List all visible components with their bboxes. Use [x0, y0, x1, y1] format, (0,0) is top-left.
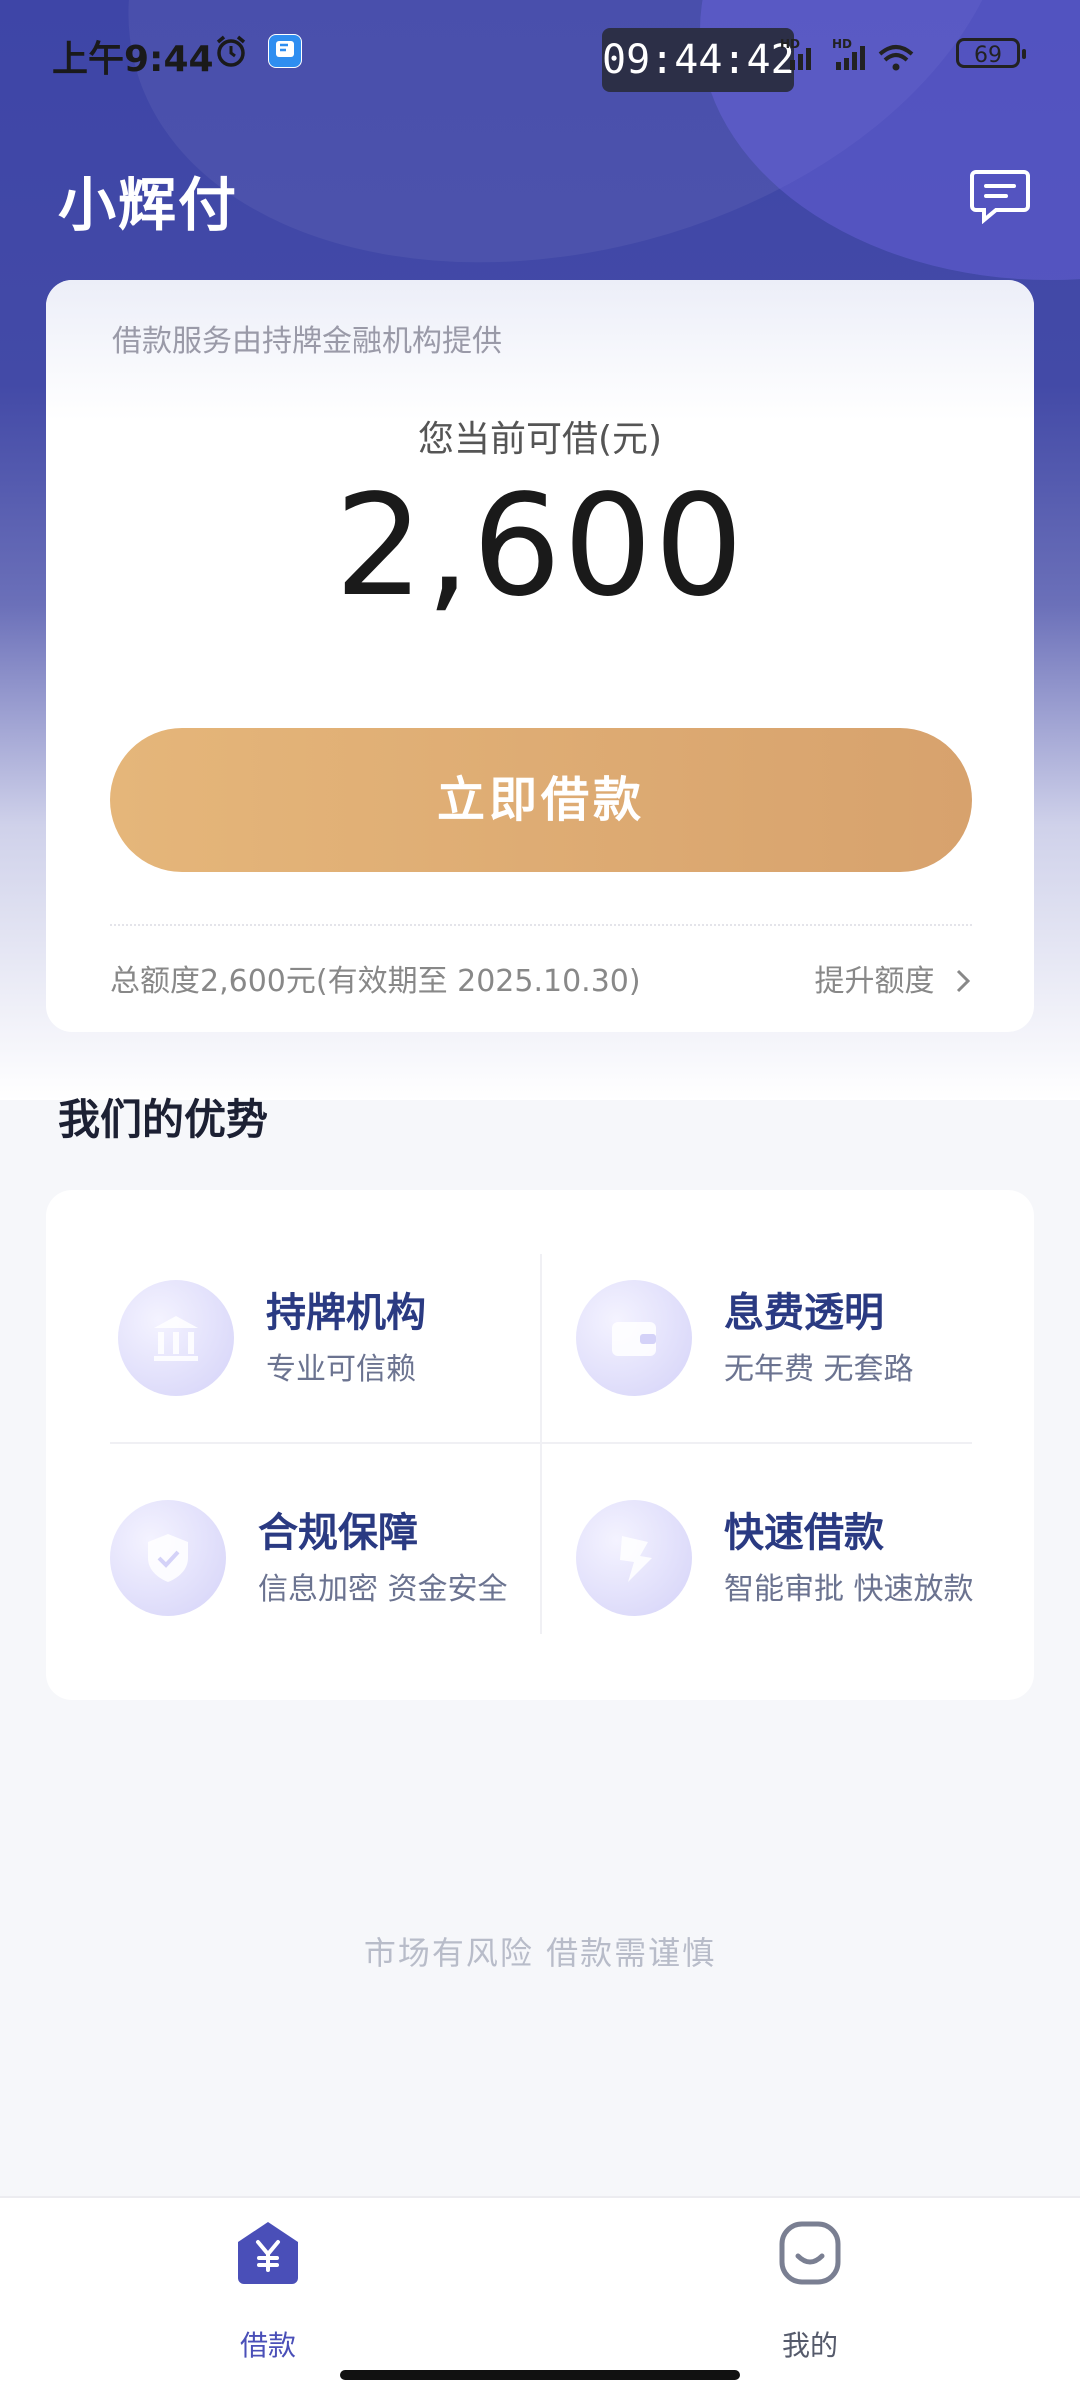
svg-text:HD: HD: [780, 37, 800, 51]
svg-text:HD: HD: [832, 37, 852, 51]
home-indicator[interactable]: [340, 2370, 740, 2380]
advantages-title: 我们的优势: [58, 1095, 269, 1144]
advantage-subtitle: 信息加密 资金安全: [258, 1572, 508, 1607]
advantage-subtitle: 专业可信赖: [266, 1352, 416, 1387]
advantage-transparent: 息费透明 无年费 无套路: [576, 1270, 1016, 1410]
advantage-subtitle: 智能审批 快速放款: [724, 1572, 974, 1607]
smile-face-icon: [779, 2221, 841, 2285]
advantages-card: 持牌机构 专业可信赖 息费透明 无年费 无套路 合规保障 信息加密 资金安全 快…: [46, 1190, 1034, 1700]
message-icon[interactable]: [970, 168, 1030, 224]
available-label: 您当前可借(元): [417, 419, 663, 460]
status-bar: 上午9:44 09:44:42 HD HD 69: [0, 0, 1080, 108]
status-time: 上午9:44: [52, 39, 214, 80]
card-divider: [110, 924, 972, 926]
tab-mine[interactable]: 我的: [710, 2220, 910, 2370]
battery-indicator: 69: [956, 38, 1026, 68]
raise-quota-link[interactable]: 提升额度: [814, 956, 972, 1000]
divider-horizontal: [110, 1442, 972, 1444]
advantage-title: 息费透明: [724, 1290, 884, 1336]
tab-label: 借款: [239, 2329, 296, 2362]
chevron-right-icon: [956, 969, 971, 993]
bank-icon: [118, 1280, 234, 1396]
shield-icon: [110, 1500, 226, 1616]
advantage-title: 合规保障: [258, 1510, 418, 1556]
tab-borrow[interactable]: 借款: [168, 2220, 368, 2370]
yuan-house-icon: [238, 2222, 298, 2284]
app-notification-icon: [268, 34, 302, 68]
available-amount: 2,600: [334, 465, 746, 628]
advantage-compliance: 合规保障 信息加密 资金安全: [110, 1490, 550, 1630]
provider-note: 借款服务由持牌金融机构提供: [112, 324, 502, 359]
advantage-subtitle: 无年费 无套路: [724, 1352, 914, 1387]
risk-notice: 市场有风险 借款需谨慎: [363, 1934, 717, 1972]
lightning-icon: [576, 1500, 692, 1616]
borrow-now-button[interactable]: 立即借款: [110, 728, 972, 872]
raise-quota-label: 提升额度: [814, 964, 935, 999]
advantage-fast: 快速借款 智能审批 快速放款: [576, 1490, 1016, 1630]
advantage-title: 持牌机构: [266, 1290, 426, 1336]
app-title: 小辉付: [58, 171, 239, 239]
alarm-icon: [216, 35, 246, 67]
total-quota: 总额度2,600元(有效期至 2025.10.30): [110, 964, 641, 999]
loan-card: 借款服务由持牌金融机构提供 您当前可借(元) 2,600 立即借款 总额度2,6…: [46, 280, 1034, 1032]
wallet-icon: [576, 1280, 692, 1396]
advantage-title: 快速借款: [724, 1510, 884, 1556]
tab-label: 我的: [781, 2329, 838, 2362]
clock-overlay: 09:44:42: [602, 28, 795, 92]
advantage-licensed: 持牌机构 专业可信赖: [118, 1270, 558, 1410]
